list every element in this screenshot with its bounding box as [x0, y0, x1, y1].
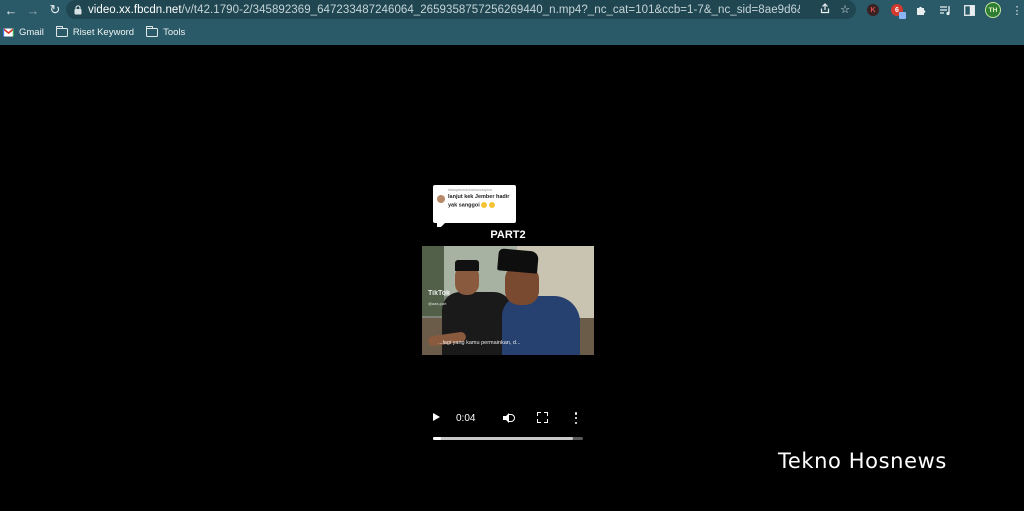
- bookmark-label: Gmail: [19, 26, 44, 38]
- person-right-cap: [497, 248, 539, 274]
- bookmark-label: Riset Keyword: [72, 26, 135, 38]
- tiktok-watermark: TikTok: [428, 290, 450, 297]
- extension-badge-icon: [899, 12, 906, 19]
- back-button[interactable]: ←: [0, 0, 22, 20]
- progress-played: [433, 437, 441, 440]
- video-progress-bar[interactable]: [433, 437, 583, 440]
- bookmark-riset-keyword[interactable]: Riset Keyword: [55, 25, 135, 38]
- puzzle-icon: [917, 6, 926, 15]
- extension-k-icon: K: [867, 4, 879, 16]
- tiktok-comment-bubble: fatasyamerdzharhanzsaptsa lanjut kek Jem…: [433, 185, 516, 227]
- bookmark-label: Tools: [163, 26, 186, 38]
- more-options-icon[interactable]: [574, 412, 578, 424]
- emoji-icon: [488, 201, 495, 208]
- arrow-left-icon: ←: [4, 2, 18, 18]
- url-text[interactable]: video.xx.fbcdn.net/v/t42.1790-2/34589236…: [88, 4, 800, 16]
- url-path: /v/t42.1790-2/345892369_647233487246064_…: [181, 3, 800, 16]
- folder-icon: [145, 25, 159, 37]
- video-frame[interactable]: TikTok @aas.part ...lagi yang kamu perma…: [422, 246, 594, 355]
- comment-text: lanjut kek Jember hadir yak sanggoi: [448, 194, 512, 209]
- video-subtitle: ...lagi yang kamu permainkan, d...: [438, 340, 521, 346]
- tiktok-handle: @aas.part: [428, 301, 447, 306]
- address-bar[interactable]: video.xx.fbcdn.net/v/t42.1790-2/34589236…: [66, 0, 856, 19]
- forward-button[interactable]: →: [22, 0, 44, 20]
- folder-icon: [55, 25, 68, 37]
- extensions-button[interactable]: [912, 1, 930, 19]
- reload-icon: ↻: [49, 2, 61, 17]
- comment-avatar: [437, 195, 445, 203]
- comment-username: fatasyamerdzharhanzsaptsa: [448, 188, 492, 192]
- bookmark-gmail[interactable]: Gmail: [3, 27, 44, 38]
- extension-red-icon: 6: [891, 4, 906, 19]
- chrome-menu-button[interactable]: ⋮: [1008, 1, 1024, 19]
- browser-chrome: ← → ↻ video.xx.fbcdn.net/v/t42.1790-2/34…: [0, 0, 1024, 45]
- media-control-button[interactable]: [936, 1, 954, 19]
- playlist-icon: [939, 5, 950, 15]
- profile-avatar: TH: [985, 2, 1001, 18]
- person-right-body: [502, 296, 580, 355]
- video-part-title: PART2: [490, 229, 526, 241]
- extension-red-button[interactable]: 6: [888, 1, 906, 19]
- gmail-icon: [3, 27, 14, 36]
- person-left-cap: [455, 260, 479, 271]
- progress-buffered: [433, 437, 573, 440]
- play-icon[interactable]: [433, 413, 440, 421]
- emoji-icon: [481, 201, 488, 208]
- reload-button[interactable]: ↻: [44, 0, 66, 20]
- comment-text-value: lanjut kek Jember hadir yak sanggoi: [448, 194, 510, 208]
- fullscreen-icon[interactable]: [537, 412, 548, 423]
- video-controls: 0:04: [428, 407, 588, 437]
- bookmark-tools[interactable]: Tools: [145, 25, 186, 38]
- url-host: video.xx.fbcdn.net: [88, 3, 182, 16]
- volume-icon[interactable]: [502, 412, 516, 424]
- current-time: 0:04: [456, 413, 476, 424]
- brand-watermark: Tekno Hosnews: [778, 449, 947, 473]
- share-icon[interactable]: [820, 2, 830, 17]
- video-player[interactable]: fatasyamerdzharhanzsaptsa lanjut kek Jem…: [422, 183, 594, 358]
- bookmark-star-icon[interactable]: ☆: [840, 3, 850, 16]
- bookmarks-bar: Gmail Riset Keyword Tools: [0, 21, 185, 43]
- lock-icon[interactable]: [74, 3, 88, 17]
- kebab-menu-icon: ⋮: [1011, 4, 1023, 17]
- extension-k-button[interactable]: K: [864, 1, 882, 19]
- side-panel-button[interactable]: [960, 1, 978, 19]
- profile-button[interactable]: TH: [984, 1, 1002, 19]
- side-panel-icon: [963, 4, 975, 16]
- arrow-right-icon: →: [26, 2, 40, 18]
